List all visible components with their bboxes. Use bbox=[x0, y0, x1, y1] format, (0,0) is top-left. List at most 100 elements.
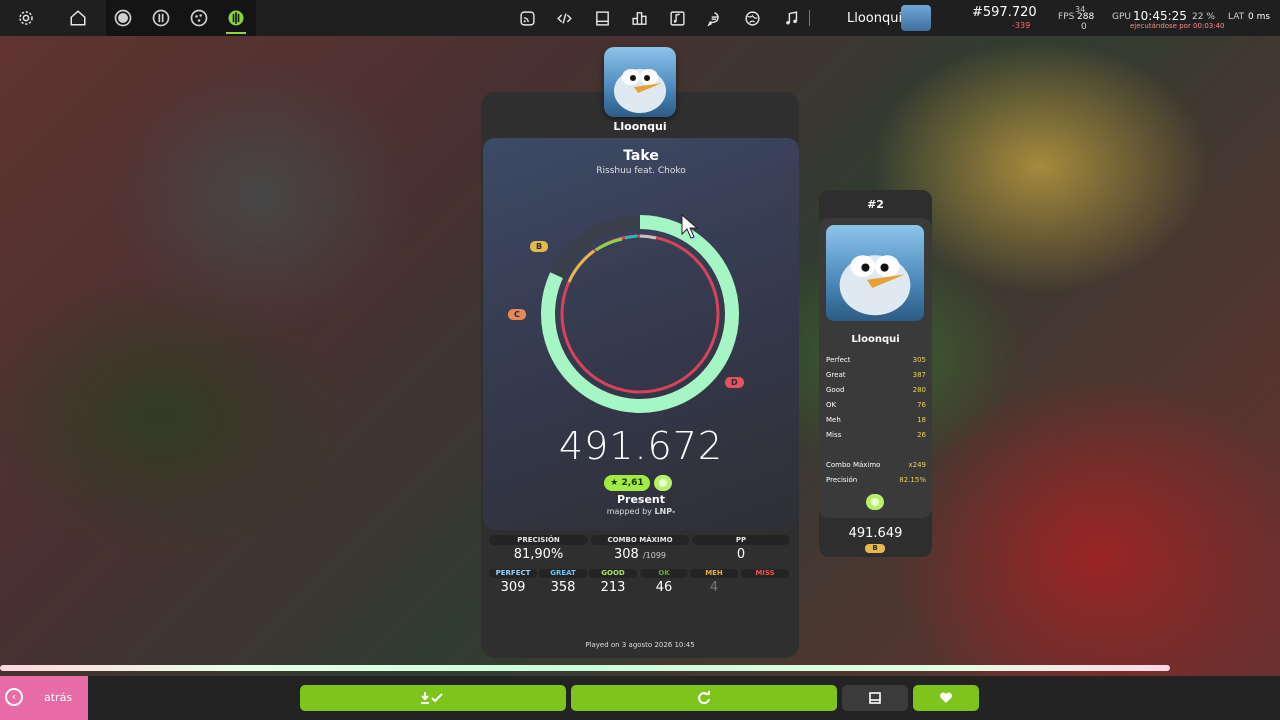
stat-value: 18 bbox=[917, 416, 926, 424]
combo-value: 308 bbox=[613, 547, 639, 562]
retry-button[interactable] bbox=[571, 685, 837, 711]
hit-header-good: GOOD bbox=[589, 569, 637, 578]
song-title: Take bbox=[623, 148, 659, 164]
hit-value-ok: 46 bbox=[655, 580, 673, 595]
stat-label: Perfect bbox=[826, 356, 851, 364]
chat-icon[interactable] bbox=[702, 6, 726, 30]
mode-mania-icon[interactable] bbox=[224, 6, 248, 30]
beatmaps-icon[interactable] bbox=[665, 6, 689, 30]
details-icon bbox=[869, 692, 881, 704]
leaderboard-grade: B bbox=[865, 544, 885, 553]
mode-standard-icon[interactable] bbox=[111, 6, 135, 30]
retry-icon bbox=[698, 691, 710, 705]
hit-value-great: 358 bbox=[550, 580, 576, 595]
mapper-line: mapped by LNP- bbox=[483, 507, 799, 516]
code-icon[interactable] bbox=[552, 6, 576, 30]
mode-taiko-icon[interactable] bbox=[149, 6, 173, 30]
download-button[interactable] bbox=[300, 685, 566, 711]
grade-marker-d: D bbox=[725, 377, 744, 388]
home-icon[interactable] bbox=[66, 6, 90, 30]
leaderboard-rank: #2 bbox=[867, 198, 884, 211]
player-avatar[interactable] bbox=[604, 47, 676, 117]
music-icon[interactable] bbox=[779, 6, 803, 30]
song-artist: Risshuu feat. Choko bbox=[596, 166, 686, 176]
pp-value: 0 bbox=[736, 547, 746, 562]
hit-header-meh: MEH bbox=[690, 569, 738, 578]
leaderboard-stat-perfect: Perfect 305 bbox=[826, 356, 926, 368]
latency-label: LAT bbox=[1228, 12, 1245, 22]
player-username[interactable]: Lloonqui bbox=[481, 120, 799, 133]
toolbar-username[interactable]: Lloonqui bbox=[847, 11, 902, 26]
leaderboard-combo: Combo Máximo x249 bbox=[826, 461, 926, 473]
stat-label: Great bbox=[826, 371, 846, 379]
difficulty-name: Present bbox=[616, 493, 666, 506]
combo-label: Combo Máximo bbox=[826, 461, 881, 469]
leaderboard-username[interactable]: Lloonqui bbox=[819, 334, 932, 345]
web-icon[interactable] bbox=[740, 6, 764, 30]
global-rank: #597.720 bbox=[972, 5, 1037, 20]
stat-value: 280 bbox=[912, 386, 926, 394]
progress-bar bbox=[0, 665, 1170, 671]
leaderboard-stat-miss: Miss 26 bbox=[826, 431, 926, 443]
combo-value: x249 bbox=[908, 461, 926, 469]
stat-value: 387 bbox=[912, 371, 926, 379]
hit-header-miss: MISS bbox=[741, 569, 789, 578]
accuracy-label: Precisión bbox=[826, 476, 858, 484]
rss-icon[interactable] bbox=[515, 6, 539, 30]
leaderboard-score: 491.649 bbox=[848, 526, 903, 541]
chevron-left-icon: ‹ bbox=[5, 688, 23, 706]
details-button[interactable] bbox=[842, 685, 908, 711]
leaderboard-stat-meh: Meh 18 bbox=[826, 416, 926, 428]
leaderboard-avatar[interactable] bbox=[826, 225, 924, 321]
leaderboard-stat-ok: OK 76 bbox=[826, 401, 926, 413]
stat-value: 76 bbox=[917, 401, 926, 409]
hit-value-good: 213 bbox=[600, 580, 626, 595]
leaderboard-accuracy: Precisión 82.15% bbox=[826, 476, 926, 488]
fps-label: FPS bbox=[1058, 12, 1075, 22]
pp-header: PP bbox=[692, 535, 790, 545]
download-check-icon bbox=[421, 692, 443, 704]
hit-header-great: GREAT bbox=[539, 569, 587, 578]
accuracy-ring bbox=[541, 215, 739, 413]
grade-marker-c: C bbox=[508, 309, 526, 320]
mapped-by-label: mapped by bbox=[606, 507, 655, 516]
hit-value-meh: 4 bbox=[709, 580, 719, 595]
stat-value: 305 bbox=[912, 356, 926, 364]
accuracy-header: PRECISIÓN bbox=[489, 535, 588, 545]
favourite-button[interactable] bbox=[913, 685, 979, 711]
rankings-icon[interactable] bbox=[627, 6, 651, 30]
back-label: atrás bbox=[44, 691, 73, 704]
fps-sub: 0 bbox=[1081, 22, 1087, 32]
leaderboard-stat-good: Good 280 bbox=[826, 386, 926, 398]
combo-max: /1099 bbox=[642, 551, 667, 560]
mode-catch-icon[interactable] bbox=[187, 6, 211, 30]
wiki-icon[interactable] bbox=[590, 6, 614, 30]
heart-icon bbox=[939, 692, 953, 703]
accuracy-value: 81,90% bbox=[513, 547, 564, 562]
stat-value: 26 bbox=[917, 431, 926, 439]
mouse-cursor-icon bbox=[681, 214, 699, 239]
leaderboard-mod-icon bbox=[866, 494, 884, 510]
mod-icon[interactable] bbox=[654, 475, 672, 491]
toolbar-avatar[interactable] bbox=[901, 5, 931, 31]
grade-marker-b: B bbox=[530, 241, 549, 252]
leaderboard-stat-great: Great 387 bbox=[826, 371, 926, 383]
clock: 10:45:25 bbox=[1133, 9, 1187, 23]
stat-label: Good bbox=[826, 386, 845, 394]
hit-header-ok: OK bbox=[640, 569, 688, 578]
hit-value-perfect: 309 bbox=[500, 580, 526, 595]
max-combo-value: 308 /1099 bbox=[591, 547, 689, 562]
gpu-label: GPU bbox=[1112, 12, 1131, 22]
mapper-name[interactable]: LNP- bbox=[654, 507, 675, 516]
max-combo-header: COMBO MÁXIMO bbox=[591, 535, 689, 545]
stat-label: Meh bbox=[826, 416, 841, 424]
cpu-value: 22 % bbox=[1192, 12, 1215, 22]
stat-label: Miss bbox=[826, 431, 842, 439]
rank-change: -339 bbox=[1012, 21, 1031, 30]
active-ruleset-indicator bbox=[226, 32, 246, 34]
accuracy-value: 82.15% bbox=[899, 476, 926, 484]
gear-icon[interactable] bbox=[14, 6, 38, 30]
latency-value: 0 ms bbox=[1248, 12, 1271, 22]
total-score: 491.672 bbox=[558, 424, 724, 468]
hit-header-perfect: PERFECT bbox=[489, 569, 537, 578]
